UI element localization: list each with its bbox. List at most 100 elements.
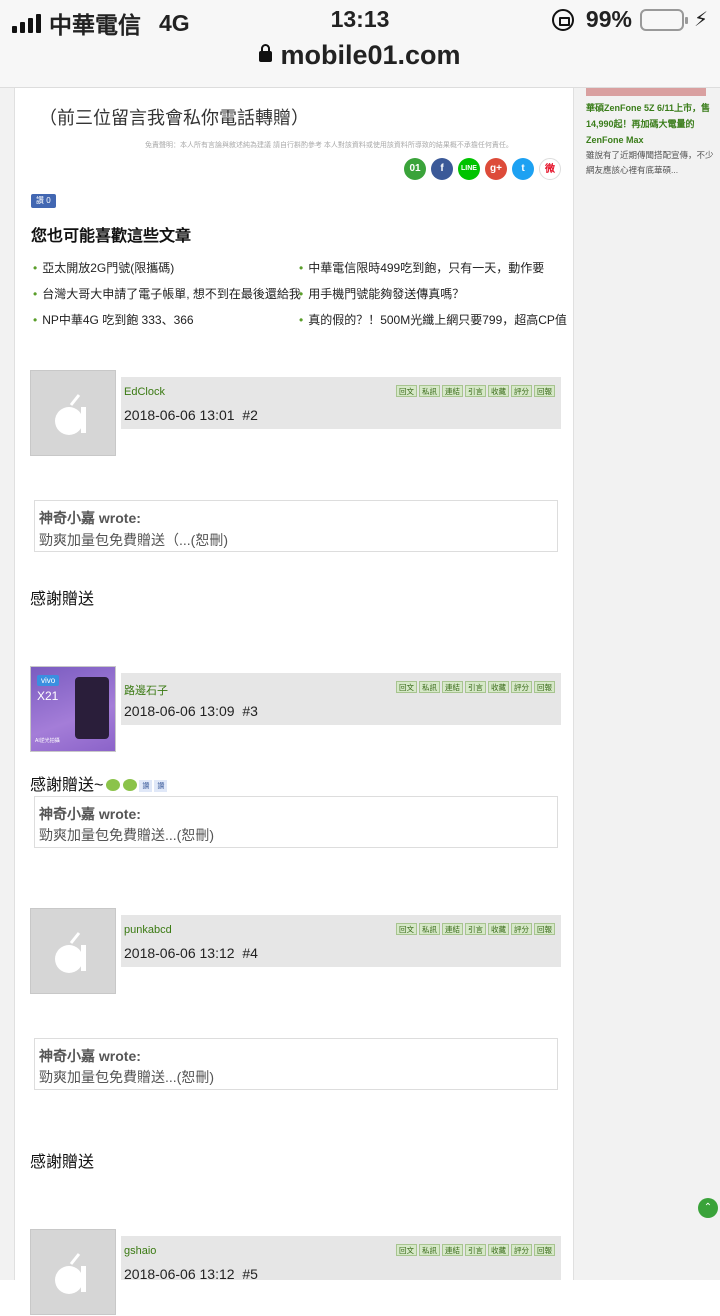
avatar[interactable] [30,1229,116,1315]
post-body: 感謝贈送 [30,591,95,608]
mobile01-icon[interactable]: 01 [404,158,426,180]
favorite-button[interactable]: 收藏 [488,923,509,935]
quote-text: 勁爽加量包免費贈送...(恕刪) [39,1069,214,1085]
link-button[interactable]: 連結 [442,385,463,397]
favorite-button[interactable]: 收藏 [488,681,509,693]
related-link[interactable]: 真的假的？！500M光纖上網只要799，超高CP值 [299,311,567,328]
rate-button[interactable]: 評分 [511,923,532,935]
report-button[interactable]: 回報 [534,681,555,693]
quote-box: 神奇小嘉 wrote: 勁爽加量包免費贈送...(恕刪) [34,796,558,848]
twitter-icon[interactable]: t [512,158,534,180]
scroll-to-top-icon[interactable]: ⌃ [698,1198,718,1218]
like-chip: 讚 [139,780,153,792]
avatar[interactable] [30,370,116,456]
rate-button[interactable]: 評分 [511,385,532,397]
post-actions: 回文 私訊 連結 引言 收藏 評分 回報 [396,385,555,397]
link-button[interactable]: 連結 [442,923,463,935]
google-plus-icon[interactable]: g+ [485,158,507,180]
related-link[interactable]: 用手機門號能夠發送傳真嗎？ [299,285,464,302]
post-actions: 回文 私訊 連結 引言 收藏 評分 回報 [396,681,555,693]
sidebar-article-link[interactable]: 華碩ZenFone 5Z 6/11上市，售14,990起！再加碼大電量的ZenF… [584,96,720,148]
message-button[interactable]: 私訊 [419,923,440,935]
sidebar-article-desc: 雖說有了近期傳聞搭配宣傳，不少網友應該心裡有底華碩... [586,150,714,175]
message-button[interactable]: 私訊 [419,681,440,693]
reply-button[interactable]: 回文 [396,1244,417,1256]
post-date: 2018-06-06 13:09 #3 [124,703,258,719]
quote-text: 勁爽加量包免費贈送（...(恕刪) [39,532,228,548]
avatar[interactable] [30,908,116,994]
address-bar[interactable]: mobile01.com [0,40,720,88]
reply-button[interactable]: 回文 [396,923,417,935]
post-header: gshaio 2018-06-06 13:12 #5 回文 私訊 連結 引言 收… [121,1236,561,1282]
quote-author: 神奇小嘉 wrote: [39,1048,141,1064]
quote-button[interactable]: 引言 [465,681,486,693]
message-button[interactable]: 私訊 [419,1244,440,1256]
username[interactable]: 路邊石子 [124,682,168,698]
quote-author: 神奇小嘉 wrote: [39,806,141,822]
post-datetime: 2018-06-06 13:12 [124,945,235,961]
username[interactable]: EdClock [124,386,165,398]
post-header: EdClock 2018-06-06 13:01 #2 回文 私訊 連結 引言 … [121,377,561,429]
quote-button[interactable]: 引言 [465,1244,486,1256]
url-text[interactable]: mobile01.com [280,40,460,70]
link-button[interactable]: 連結 [442,681,463,693]
avatar-brand: vivo [37,675,60,686]
quote-button[interactable]: 引言 [465,385,486,397]
report-button[interactable]: 回報 [534,385,555,397]
battery-icon [639,8,688,31]
username[interactable]: punkabcd [124,924,172,936]
rate-button[interactable]: 評分 [511,681,532,693]
battery-percent: 99% [585,6,632,32]
charging-bolt-icon: ⚡ [693,9,708,31]
post-number[interactable]: #3 [242,703,258,719]
emoji-icon [123,779,138,791]
link-button[interactable]: 連結 [442,1244,463,1256]
like-button[interactable]: 讚 0 [31,194,56,208]
post-header: punkabcd 2018-06-06 13:12 #4 回文 私訊 連結 引言… [121,915,561,967]
related-link[interactable]: 亞太開放2G門號(限攜碼) [33,259,174,276]
sidebar-thumbnail[interactable] [586,88,706,96]
quote-text: 勁爽加量包免費贈送...(恕刪) [39,827,214,843]
report-button[interactable]: 回報 [534,1244,555,1256]
quote-box: 神奇小嘉 wrote: 勁爽加量包免費贈送...(恕刪) [34,1038,558,1090]
share-bar: 01 f LINE g+ t 微 [404,158,561,180]
post-date: 2018-06-06 13:01 #2 [124,407,258,423]
reply-button[interactable]: 回文 [396,385,417,397]
report-button[interactable]: 回報 [534,923,555,935]
reply-button[interactable]: 回文 [396,681,417,693]
related-link[interactable]: 台灣大哥大申請了電子帳單, 想不到在最後還給我 [33,285,301,302]
rotation-lock-icon [551,8,574,31]
related-link[interactable]: 中華電信限時499吃到飽，只有一天，動作要 [299,259,544,276]
facebook-icon[interactable]: f [431,158,453,180]
phone-image [75,677,109,739]
avatar-model: X21 [37,689,59,703]
favorite-button[interactable]: 收藏 [488,385,509,397]
quote-button[interactable]: 引言 [465,923,486,935]
related-link[interactable]: NP中華4G 吃到飽 333、366 [33,311,193,328]
page-content: （前三位留言我會私你電話轉贈） 免責聲明：本人所有言論與敘述純為建議 請自行斟酌… [0,88,720,1315]
post-header: 路邊石子 2018-06-06 13:09 #3 回文 私訊 連結 引言 收藏 … [121,673,561,725]
post-number[interactable]: #2 [242,407,258,423]
related-title: 您也可能喜歡這些文章 [31,228,192,245]
lock-icon [259,44,273,62]
post-number[interactable]: #4 [242,945,258,961]
message-button[interactable]: 私訊 [419,385,440,397]
avatar-caption: AI逆光拍攝 [35,738,60,744]
main-column: （前三位留言我會私你電話轉贈） 免責聲明：本人所有言論與敘述純為建議 請自行斟酌… [14,88,574,1315]
status-right: 99% ⚡ [551,6,708,33]
post-body: 感謝贈送~ 讚讚 [30,771,168,795]
quote-author: 神奇小嘉 wrote: [39,510,141,526]
post-body: 感謝贈送 [30,1154,95,1171]
line-icon[interactable]: LINE [458,158,480,180]
weibo-icon[interactable]: 微 [539,158,561,180]
rate-button[interactable]: 評分 [511,1244,532,1256]
status-bar: 中華電信 4G 13:13 99% ⚡ [0,0,720,40]
like-chip: 讚 [154,780,168,792]
post-body-text: 感謝贈送~ [30,777,104,794]
post-actions: 回文 私訊 連結 引言 收藏 評分 回報 [396,1244,555,1256]
favorite-button[interactable]: 收藏 [488,1244,509,1256]
avatar[interactable]: vivo X21 AI逆光拍攝 [30,666,116,752]
quote-box: 神奇小嘉 wrote: 勁爽加量包免費贈送（...(恕刪) [34,500,558,552]
post-datetime: 2018-06-06 13:01 [124,407,235,423]
username[interactable]: gshaio [124,1245,156,1257]
